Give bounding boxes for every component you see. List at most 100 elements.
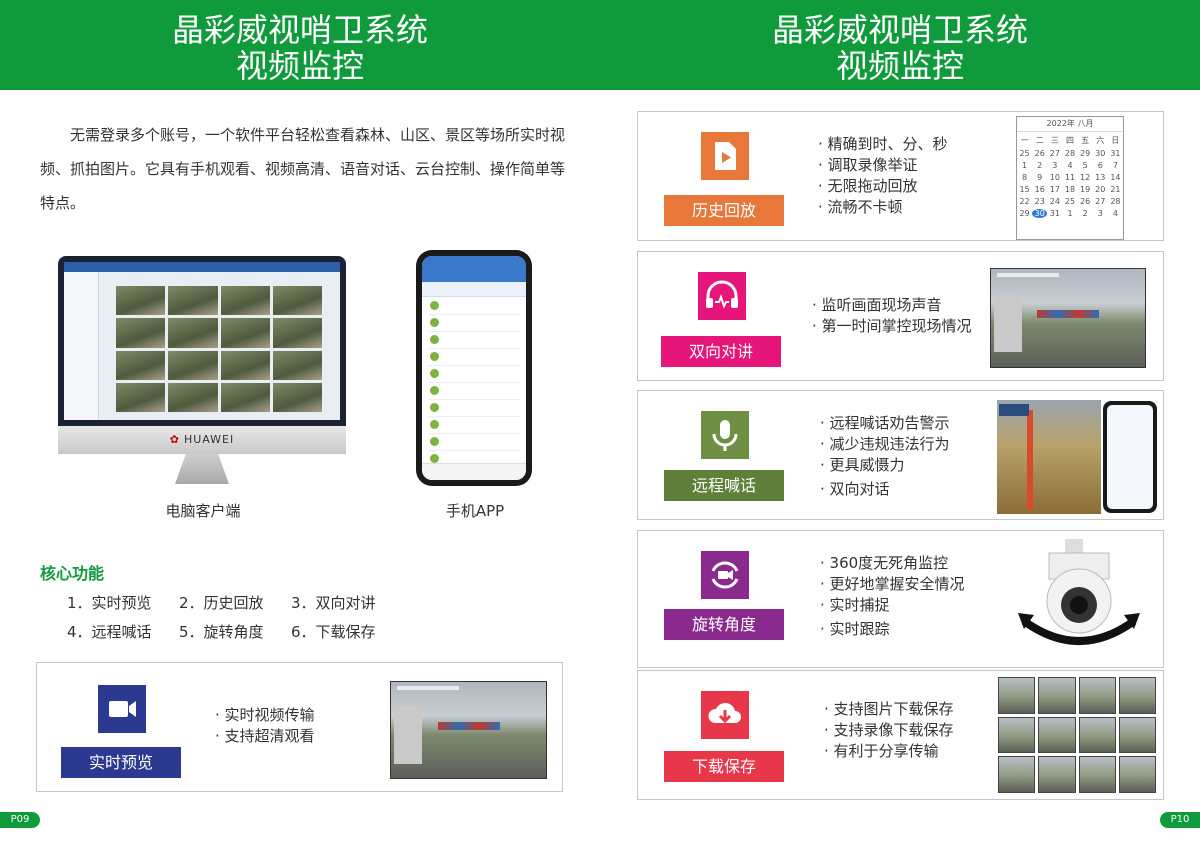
headset-icon: [698, 272, 746, 320]
download-save-label: 下载保存: [664, 751, 784, 782]
calendar-day[interactable]: 30: [1032, 209, 1048, 218]
calendar-day[interactable]: 10: [1047, 173, 1062, 182]
calendar-day[interactable]: 17: [1047, 185, 1062, 194]
bullet-item: 无限拖动回放: [818, 176, 948, 197]
calendar-day[interactable]: 3: [1093, 209, 1108, 218]
calendar-day[interactable]: 26: [1078, 197, 1093, 206]
calendar-day[interactable]: 30: [1093, 149, 1108, 158]
caption-pc-client: 电脑客户端: [165, 502, 241, 520]
feature-item: 4．远程喊话: [67, 623, 152, 641]
monitor-brand: HUAWEI: [183, 433, 235, 446]
download-thumbnail-grid: [998, 677, 1156, 793]
calendar-day[interactable]: 4: [1062, 161, 1077, 170]
ptz-dome-camera-image: [1016, 539, 1142, 659]
bullet-item: 实时跟踪: [820, 619, 965, 640]
core-features-title: 核心功能: [40, 564, 105, 583]
calendar-day[interactable]: 1: [1017, 161, 1032, 170]
device-list: [422, 298, 526, 468]
calendar-day[interactable]: 25: [1062, 197, 1077, 206]
calendar-day[interactable]: 6: [1093, 161, 1108, 170]
calendar-day[interactable]: 1: [1062, 209, 1077, 218]
left-page: 晶彩威视哨卫系统 视频监控 无需登录多个账号，一个软件平台轻松查看森林、山区、景…: [0, 0, 600, 848]
calendar-day[interactable]: 13: [1093, 173, 1108, 182]
calendar-day[interactable]: 26: [1032, 149, 1047, 158]
calendar-day[interactable]: 28: [1062, 149, 1077, 158]
right-header: 晶彩威视哨卫系统 视频监控: [600, 0, 1200, 90]
calendar-day[interactable]: 11: [1062, 173, 1077, 182]
calendar-day[interactable]: 3: [1047, 161, 1062, 170]
calendar-day[interactable]: 28: [1108, 197, 1123, 206]
two-way-talk-label: 双向对讲: [661, 336, 781, 367]
bullet-item: 更具威慑力: [820, 455, 950, 476]
bullet-item: 支持超清观看: [215, 726, 315, 747]
smartphone-image: [416, 250, 532, 486]
talk-camera-snapshot: [990, 268, 1146, 368]
calendar-day[interactable]: 9: [1032, 173, 1047, 182]
rotation-bullets: 360度无死角监控 更好地掌握安全情况 实时捕捉 实时跟踪: [820, 553, 965, 640]
calendar-widget: 2022年 八月 一二三四五六日 25 26 27 28 29 30 31 1 2 3 4 5 6 7 8 9 1…: [1016, 116, 1124, 240]
calendar-day[interactable]: 29: [1017, 209, 1032, 218]
bullet-item: 远程喊话劝告警示: [820, 413, 950, 434]
right-page: 晶彩威视哨卫系统 视频监控 历史回放 精确到时、分、秒 调取录像举证 无限拖动回…: [600, 0, 1200, 848]
bullet-item: 调取录像举证: [818, 155, 948, 176]
calendar-day[interactable]: 22: [1017, 197, 1032, 206]
calendar-day[interactable]: 31: [1108, 149, 1123, 158]
calendar-day[interactable]: 31: [1047, 209, 1062, 218]
calendar-day[interactable]: 20: [1093, 185, 1108, 194]
calendar-day[interactable]: 12: [1078, 173, 1093, 182]
calendar-day[interactable]: 27: [1047, 149, 1062, 158]
monitor-screen: [58, 256, 346, 426]
feature-item: 5．旋转角度: [179, 623, 264, 641]
calendar-day[interactable]: 4: [1108, 209, 1123, 218]
bullet-item: 实时视频传输: [215, 705, 315, 726]
history-playback-card: 历史回放 精确到时、分、秒 调取录像举证 无限拖动回放 流畅不卡顿 2022年 …: [637, 111, 1164, 241]
cloud-download-icon: [701, 691, 749, 739]
calendar-day[interactable]: 15: [1017, 185, 1032, 194]
live-camera-snapshot: [390, 681, 547, 779]
video-camera-icon: [98, 685, 146, 733]
remote-shout-card: 远程喊话 远程喊话劝告警示 减少违规违法行为 更具威慑力 双向对话: [637, 390, 1164, 520]
page-number-right: P10: [1160, 812, 1200, 828]
two-way-talk-bullets: 监听画面现场声音 第一时间掌控现场情况: [812, 295, 972, 337]
desktop-monitor-image: ✿ HUAWEI: [58, 256, 346, 484]
calendar-day[interactable]: 5: [1078, 161, 1093, 170]
calendar-weekday: 二: [1035, 136, 1044, 145]
calendar-weekday: 四: [1065, 136, 1074, 145]
calendar-weekday: 日: [1111, 136, 1120, 145]
field-speaker-photo: [997, 400, 1101, 514]
right-header-subtitle: 视频监控: [835, 47, 964, 85]
calendar-day[interactable]: 2: [1078, 209, 1093, 218]
history-playback-bullets: 精确到时、分、秒 调取录像举证 无限拖动回放 流畅不卡顿: [818, 134, 948, 218]
realtime-preview-bullets: 实时视频传输 支持超清观看: [215, 705, 315, 747]
left-header-subtitle: 视频监控: [235, 47, 364, 85]
huawei-logo-icon: ✿: [169, 433, 180, 446]
video-grid: [116, 286, 322, 412]
calendar-day[interactable]: 8: [1017, 173, 1032, 182]
page-number-left: P09: [0, 812, 40, 828]
calendar-day[interactable]: 23: [1032, 197, 1047, 206]
history-playback-label: 历史回放: [664, 195, 784, 226]
calendar-weekday: 五: [1081, 136, 1090, 145]
calendar-day[interactable]: 27: [1093, 197, 1108, 206]
two-way-talk-card: 双向对讲 监听画面现场声音 第一时间掌控现场情况: [637, 251, 1164, 381]
calendar-day[interactable]: 25: [1017, 149, 1032, 158]
caption-mobile-app: 手机APP: [445, 502, 505, 520]
calendar-day[interactable]: 24: [1047, 197, 1062, 206]
calendar-day[interactable]: 29: [1078, 149, 1093, 158]
bullet-item: 精确到时、分、秒: [818, 134, 948, 155]
bullet-item: 有利于分享传输: [824, 741, 954, 762]
calendar-day[interactable]: 18: [1062, 185, 1077, 194]
calendar-grid: 一二三四五六日 25 26 27 28 29 30 31 1 2 3 4 5 6 7 8 9 10 11 12 13 14…: [1017, 132, 1123, 218]
calendar-weekday: 六: [1096, 136, 1105, 145]
calendar-day[interactable]: 14: [1108, 173, 1123, 182]
microphone-icon: [701, 411, 749, 459]
calendar-day[interactable]: 21: [1108, 185, 1123, 194]
right-header-title: 晶彩威视哨卫系统: [771, 11, 1028, 49]
feature-item: 1．实时预览: [67, 594, 152, 612]
calendar-day[interactable]: 2: [1032, 161, 1047, 170]
left-header: 晶彩威视哨卫系统 视频监控: [0, 0, 600, 90]
remote-shout-bullets: 远程喊话劝告警示 减少违规违法行为 更具威慑力 双向对话: [820, 413, 950, 500]
calendar-day[interactable]: 19: [1078, 185, 1093, 194]
calendar-day[interactable]: 16: [1032, 185, 1047, 194]
calendar-day[interactable]: 7: [1108, 161, 1123, 170]
